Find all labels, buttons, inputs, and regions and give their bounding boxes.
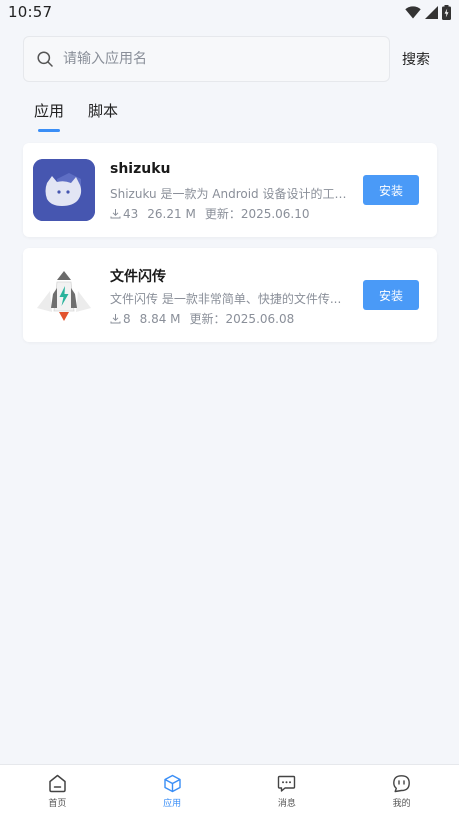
app-description: Shizuku 是一款为 Android 设备设计的工具... <box>110 187 356 201</box>
status-bar: 10:57 <box>0 0 459 24</box>
app-meta: 43 26.21 M 更新：2025.06.10 <box>110 205 310 222</box>
install-button[interactable]: 安装 <box>363 280 419 310</box>
search-box[interactable] <box>23 35 390 82</box>
status-time: 10:57 <box>8 3 53 21</box>
app-card-shizuku[interactable]: shizuku Shizuku 是一款为 Android 设备设计的工具... … <box>23 143 437 237</box>
signal-icon <box>425 5 438 19</box>
nav-label: 我的 <box>392 798 411 809</box>
cube-icon <box>163 774 181 792</box>
nav-apps[interactable]: 应用 <box>115 765 230 817</box>
app-updated: 更新：2025.06.10 <box>204 207 310 221</box>
download-count: 43 <box>110 207 138 221</box>
download-count-value: 8 <box>123 311 131 326</box>
app-description: 文件闪传 是一款非常简单、快捷的文件传... <box>110 292 342 306</box>
home-icon <box>49 774 66 792</box>
app-title: 文件闪传 <box>110 269 166 285</box>
bottom-nav: 首页 应用 消息 我的 <box>0 764 459 817</box>
battery-icon <box>442 4 451 20</box>
nav-home[interactable]: 首页 <box>0 765 115 817</box>
nav-label: 消息 <box>277 798 296 809</box>
shizuku-cat-icon <box>33 159 95 221</box>
nav-label: 应用 <box>163 798 182 809</box>
rocket-icon <box>33 264 95 326</box>
install-button[interactable]: 安装 <box>363 175 419 205</box>
app-meta: 8 8.84 M 更新：2025.06.08 <box>110 310 294 327</box>
app-size: 8.84 M <box>139 311 181 326</box>
status-icons <box>405 4 451 20</box>
download-icon <box>110 209 121 219</box>
nav-profile[interactable]: 我的 <box>344 765 459 817</box>
download-count-value: 43 <box>123 206 139 221</box>
nav-messages[interactable]: 消息 <box>230 765 345 817</box>
nav-label: 首页 <box>48 798 67 809</box>
tab-apps[interactable]: 应用 <box>34 100 64 132</box>
app-card-file-flash[interactable]: 文件闪传 文件闪传 是一款非常简单、快捷的文件传... 8 8.84 M 更新：… <box>23 248 437 342</box>
search-icon <box>37 50 53 67</box>
message-icon <box>278 775 296 792</box>
wifi-icon <box>405 5 421 18</box>
profile-icon <box>393 774 411 792</box>
tab-bar: 应用 脚本 <box>34 100 118 132</box>
app-title: shizuku <box>110 161 171 177</box>
app-size: 26.21 M <box>147 206 196 221</box>
app-updated: 更新：2025.06.08 <box>189 312 295 326</box>
search-input[interactable] <box>61 49 355 68</box>
search-row: 搜索 <box>23 35 443 82</box>
search-button[interactable]: 搜索 <box>402 49 430 69</box>
download-icon <box>110 314 121 324</box>
download-count: 8 <box>110 312 131 326</box>
tab-scripts[interactable]: 脚本 <box>88 100 118 132</box>
